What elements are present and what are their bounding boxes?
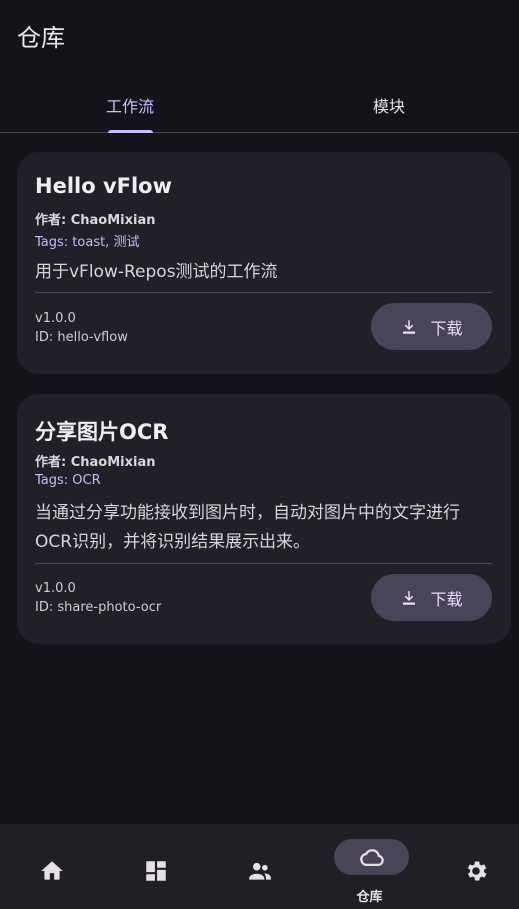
- card-description: 当通过分享功能接收到图片时，自动对图片中的文字进行OCR识别，并将识别结果展示出…: [35, 503, 460, 552]
- nav-active-indicator: [334, 839, 409, 875]
- author-name: ChaoMixian: [70, 213, 156, 228]
- page-title: 仓库: [17, 24, 65, 52]
- card-author: 作者: ChaoMixian: [35, 209, 156, 228]
- nav-item-dashboard[interactable]: [104, 824, 207, 909]
- card-divider: [35, 292, 492, 293]
- card-id: ID: share-photo-ocr: [35, 600, 162, 615]
- card-title: Hello vFlow: [35, 174, 173, 198]
- nav-item-home[interactable]: [0, 824, 103, 909]
- app-screen: 仓库 工作流 模块 Hello vFlow 作者: ChaoMixian Tag…: [0, 0, 519, 909]
- settings-icon: [467, 861, 487, 881]
- card-title: 分享图片OCR: [35, 420, 169, 444]
- tags-label: Tags:: [35, 473, 73, 488]
- repo-card[interactable]: 分享图片OCR 作者: ChaoMixian Tags: OCR 当通过分享功能…: [17, 394, 511, 644]
- download-label: 下载: [430, 589, 463, 609]
- download-label: 下载: [430, 318, 463, 338]
- nav-item-settings[interactable]: [424, 824, 519, 909]
- author-label: 作者:: [35, 213, 71, 228]
- card-tags: Tags: toast, 测试: [35, 231, 139, 250]
- tab-workflows[interactable]: 工作流: [0, 78, 260, 132]
- repo-card[interactable]: Hello vFlow 作者: ChaoMixian Tags: toast, …: [17, 152, 511, 374]
- card-version: v1.0.0: [35, 581, 76, 596]
- card-tags: Tags: OCR: [35, 473, 101, 488]
- author-label: 作者:: [35, 455, 71, 470]
- tab-bar: 工作流 模块: [0, 78, 519, 133]
- card-author: 作者: ChaoMixian: [35, 451, 156, 470]
- tags-value: OCR: [72, 473, 101, 488]
- card-version: v1.0.0: [35, 311, 76, 326]
- dashboard-icon: [146, 861, 166, 881]
- tags-label: Tags:: [35, 235, 73, 250]
- download-button[interactable]: 下载: [371, 574, 492, 621]
- tab-modules[interactable]: 模块: [259, 78, 519, 132]
- card-divider: [35, 563, 492, 564]
- card-id: ID: hello-vflow: [35, 330, 128, 345]
- home-icon: [41, 861, 63, 880]
- nav-label-repository: 仓库: [356, 890, 383, 905]
- download-button[interactable]: 下载: [371, 303, 492, 350]
- tags-value: toast, 测试: [72, 235, 140, 250]
- author-name: ChaoMixian: [70, 455, 156, 470]
- nav-item-people[interactable]: [208, 824, 311, 909]
- download-icon: [403, 590, 416, 605]
- people-icon: [249, 862, 271, 880]
- cloud-icon: [360, 849, 384, 866]
- card-description: 用于vFlow-Repos测试的工作流: [35, 262, 278, 282]
- download-icon: [403, 319, 416, 334]
- bottom-navigation: 仓库: [0, 824, 519, 909]
- nav-item-repository[interactable]: 仓库: [318, 824, 421, 909]
- tab-indicator: [108, 130, 153, 133]
